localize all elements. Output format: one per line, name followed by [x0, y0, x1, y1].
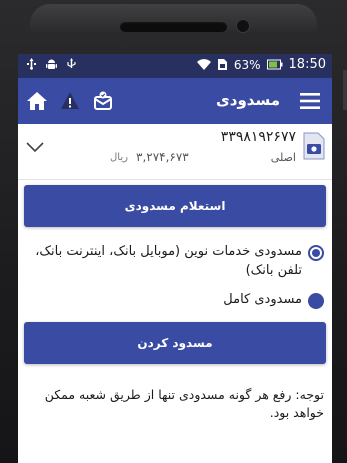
earpiece-speaker: [120, 22, 227, 32]
option-modern-services[interactable]: مسدودی خدمات نوین (موبایل بانک، اینترنت …: [24, 242, 324, 280]
warning-icon[interactable]: [60, 91, 80, 111]
main-content: استعلام مسدودی مسدودی خدمات نوین (موبایل…: [18, 181, 332, 463]
home-icon[interactable]: [26, 90, 48, 112]
account-balance: ۳,۲۷۴,۶۷۳: [136, 150, 189, 164]
chevron-down-icon[interactable]: [26, 140, 44, 154]
android-icon: [46, 59, 57, 69]
battery-percent: 63%: [233, 57, 261, 72]
option-modern-services-label: مسدودی خدمات نوین (موبایل بانک، اینترنت …: [35, 244, 302, 278]
status-bar: 63% 18:50: [18, 54, 332, 78]
page-title: مسدودی: [216, 91, 280, 109]
phone-frame: 63% 18:50 مسدودی ۳۳۹۸۱۹۲۶۷۷ اصلی ریال ۳,…: [0, 0, 347, 463]
clock: 18:50: [288, 57, 326, 72]
option-full-block[interactable]: مسدودی کامل: [24, 290, 324, 309]
note-text: توجه: رفع هر گونه مسدودی تنها از طریق شع…: [44, 387, 324, 420]
account-number: ۳۳۹۸۱۹۲۶۷۷: [220, 129, 296, 145]
radio-modern-services[interactable]: [308, 245, 324, 261]
usb-debug-icon: [67, 58, 76, 68]
usb-icon: [27, 58, 36, 70]
radio-full-block[interactable]: [308, 293, 324, 309]
account-card-icon: [303, 132, 325, 160]
sim-icon: [217, 59, 227, 70]
menu-icon[interactable]: [300, 92, 320, 110]
option-full-block-label: مسدودی کامل: [223, 292, 302, 307]
account-selector[interactable]: ۳۳۹۸۱۹۲۶۷۷ اصلی ریال ۳,۲۷۴,۶۷۳: [18, 124, 332, 180]
account-currency: ریال: [110, 152, 128, 163]
screen: 63% 18:50 مسدودی ۳۳۹۸۱۹۲۶۷۷ اصلی ریال ۳,…: [18, 54, 332, 463]
wifi-icon: [196, 59, 211, 70]
notification-icon[interactable]: [92, 90, 114, 112]
side-button: [343, 70, 347, 110]
block-account-button[interactable]: مسدود کردن: [24, 322, 326, 364]
app-bar: مسدودی: [18, 78, 332, 124]
account-type: اصلی: [270, 151, 296, 164]
block-inquiry-button[interactable]: استعلام مسدودی: [24, 185, 326, 227]
front-camera: [236, 19, 250, 33]
battery-icon: [266, 59, 283, 70]
